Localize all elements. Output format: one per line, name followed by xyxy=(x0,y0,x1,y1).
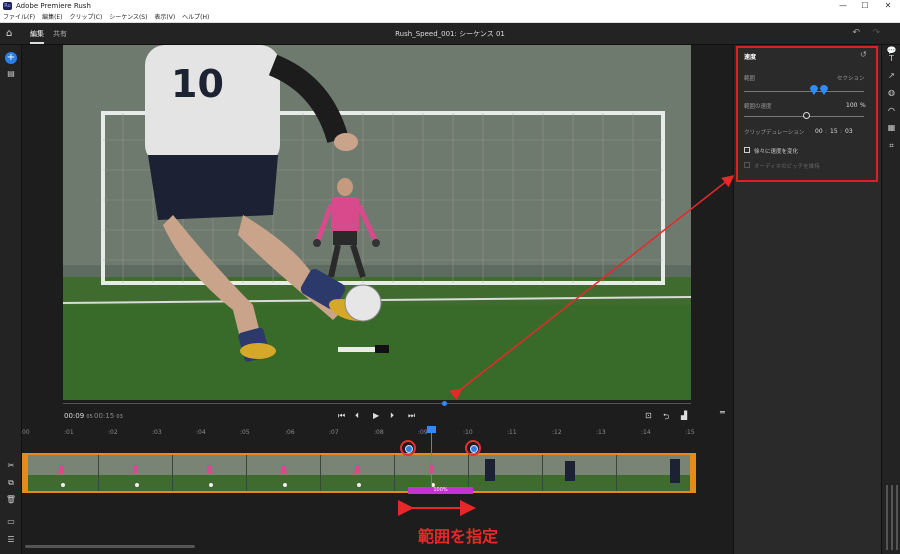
duration-separator: : xyxy=(825,128,828,135)
tick-label: :06 xyxy=(285,429,295,436)
right-toolbar: 💬 T ↗ ◍ ◠ ▦ ⌗ xyxy=(881,45,900,554)
split-icon[interactable]: ✂ xyxy=(5,461,17,470)
range-end-handle[interactable] xyxy=(470,445,478,453)
video-frame: 10 xyxy=(63,45,691,400)
reset-icon[interactable]: ↺ xyxy=(860,50,867,59)
go-to-start-icon[interactable]: ⏮ xyxy=(338,411,345,421)
audio-meter-bar xyxy=(891,485,893,550)
duration-seconds[interactable]: 03 xyxy=(845,128,853,135)
range-speed-unit: % xyxy=(860,102,866,109)
tick-label: :15 xyxy=(685,429,695,436)
range-start-handle[interactable] xyxy=(405,445,413,453)
tick-label: :13 xyxy=(596,429,606,436)
minimize-button[interactable]: — xyxy=(833,0,853,12)
playback-progress-bar[interactable] xyxy=(63,403,691,404)
video-preview: 10 xyxy=(63,45,691,400)
range-slider-track[interactable] xyxy=(744,91,864,92)
current-timecode: 00:09 05 xyxy=(64,412,93,420)
title-icon[interactable]: T xyxy=(885,54,898,63)
tick-label: :04 xyxy=(196,429,206,436)
tick-label: :01 xyxy=(64,429,74,436)
close-button[interactable]: ✕ xyxy=(878,0,898,12)
timeline-video-clip[interactable] xyxy=(25,453,696,493)
redo-icon[interactable]: ↷ xyxy=(872,28,880,38)
color-icon[interactable]: ◍ xyxy=(885,88,898,97)
duration-minutes[interactable]: 15 xyxy=(830,128,838,135)
tick-label: :03 xyxy=(152,429,162,436)
range-label: 範囲 xyxy=(744,76,756,82)
svg-text:10: 10 xyxy=(171,62,224,106)
left-toolbar: + ▤ ✂ ⧉ 🗑 ▭ ☰ xyxy=(0,45,22,554)
duplicate-icon[interactable]: ⧉ xyxy=(5,478,17,488)
speed-ramp-label: 徐々に速度を変化 xyxy=(754,149,799,155)
duration-separator: : xyxy=(840,128,843,135)
clip-trim-handle-right[interactable] xyxy=(690,453,696,493)
timeline-scrollbar[interactable] xyxy=(25,545,195,548)
annotation-label: 範囲を指定 xyxy=(418,527,499,546)
menu-edit[interactable]: 編集(E) xyxy=(42,14,62,21)
tick-label: :14 xyxy=(641,429,651,436)
tick-label: :12 xyxy=(552,429,562,436)
media-library-icon[interactable]: ▤ xyxy=(5,69,17,78)
delete-icon[interactable]: 🗑 xyxy=(5,495,17,504)
menu-bar: ファイル(F) 編集(E) クリップ(C) シーケンス(S) 表示(V) ヘルプ… xyxy=(0,12,900,23)
loop-icon[interactable]: ⮌ xyxy=(663,411,669,425)
volume-meter-icon[interactable]: ▟ xyxy=(681,411,687,420)
maximize-button[interactable]: ☐ xyxy=(855,0,875,12)
add-media-button[interactable]: + xyxy=(5,52,17,64)
audio-meter-bar xyxy=(886,485,888,550)
window-title-bar: Ru Adobe Premiere Rush — ☐ ✕ xyxy=(0,0,900,12)
undo-icon[interactable]: ↶ xyxy=(852,28,860,38)
audio-meter-bar xyxy=(896,485,898,550)
sequence-title: Rush_Speed_001: シーケンス 01 xyxy=(395,30,505,38)
fit-view-icon[interactable]: ⊡ xyxy=(645,411,652,420)
section-label[interactable]: セクション xyxy=(837,74,865,82)
range-speed-slider-knob[interactable] xyxy=(803,112,810,119)
clip-duration-label: クリップデュレーション xyxy=(744,130,805,136)
timeline-menu-icon[interactable]: ═ xyxy=(720,408,725,417)
menu-file[interactable]: ファイル(F) xyxy=(3,14,35,21)
go-to-end-icon[interactable]: ⏭ xyxy=(408,411,415,421)
range-start-marker-highlight xyxy=(400,440,416,456)
transition-icon[interactable]: ↗ xyxy=(885,71,898,80)
playhead-line[interactable] xyxy=(431,427,432,487)
duration-hours[interactable]: 00 xyxy=(815,128,823,135)
total-timecode: 00:15 03 xyxy=(94,412,123,420)
range-end-marker-highlight xyxy=(465,440,481,456)
clip-thumbnail-figures xyxy=(59,459,680,487)
track-view-icon[interactable]: ▭ xyxy=(5,517,17,526)
window-title: Adobe Premiere Rush xyxy=(16,2,91,10)
maintain-pitch-checkbox xyxy=(744,162,750,168)
menu-clip[interactable]: クリップ(C) xyxy=(69,14,102,21)
menu-view[interactable]: 表示(V) xyxy=(154,14,175,21)
crop-icon[interactable]: ⌗ xyxy=(885,141,898,151)
step-back-icon[interactable]: ⏴ xyxy=(355,411,359,421)
speed-panel-title: 速度 xyxy=(744,54,757,61)
speed-range-bar[interactable]: 100% xyxy=(408,487,473,494)
range-speed-label: 範囲の速度 xyxy=(744,104,772,110)
tick-label: :05 xyxy=(240,429,250,436)
playback-position-handle[interactable] xyxy=(442,401,447,406)
tick-label: :07 xyxy=(329,429,339,436)
play-icon[interactable]: ▶ xyxy=(373,411,379,420)
app-logo-icon: Ru xyxy=(3,2,12,10)
tick-label: :02 xyxy=(108,429,118,436)
menu-help[interactable]: ヘルプ(H) xyxy=(182,14,209,21)
app-header: ⌂ 編集 共有 Rush_Speed_001: シーケンス 01 ↶ ↷ xyxy=(0,23,900,45)
maintain-pitch-label: オーディオのピッチを維持 xyxy=(754,164,820,170)
audio-icon[interactable]: ▦ xyxy=(885,123,898,132)
range-speed-value[interactable]: 100 xyxy=(846,102,857,109)
tick-label: :10 xyxy=(463,429,473,436)
range-slider-handles[interactable] xyxy=(808,83,830,95)
step-forward-icon[interactable]: ⏵ xyxy=(390,411,394,421)
menu-sequence[interactable]: シーケンス(S) xyxy=(109,14,147,21)
tick-label: :08 xyxy=(374,429,384,436)
speed-icon[interactable]: ◠ xyxy=(885,106,898,115)
tick-label: 00 xyxy=(22,429,30,436)
track-list-icon[interactable]: ☰ xyxy=(5,535,17,544)
clip-trim-handle-left[interactable] xyxy=(22,453,28,493)
tick-label: :11 xyxy=(507,429,517,436)
speed-ramp-checkbox[interactable] xyxy=(744,147,750,153)
